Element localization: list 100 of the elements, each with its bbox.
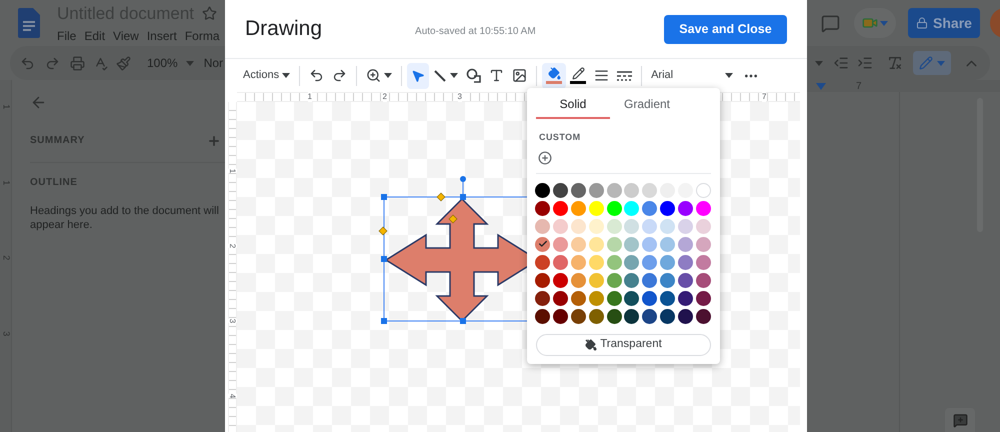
fill-color-button[interactable] <box>542 62 566 88</box>
add-custom-color-icon[interactable] <box>538 150 552 164</box>
tab[interactable]: Gradient <box>610 88 684 119</box>
color-swatch[interactable] <box>606 254 622 270</box>
paint-format-icon[interactable] <box>116 56 131 70</box>
indent-decrease-icon[interactable] <box>833 55 849 71</box>
color-swatch[interactable] <box>588 272 604 288</box>
color-swatch[interactable] <box>678 272 694 288</box>
save-and-close-button[interactable]: Save and Close <box>664 14 787 44</box>
color-swatch[interactable] <box>570 308 586 324</box>
color-swatch[interactable] <box>588 254 604 270</box>
color-swatch[interactable] <box>678 290 694 306</box>
color-swatch[interactable] <box>642 254 658 270</box>
color-swatch[interactable] <box>570 290 586 306</box>
actions-menu[interactable]: Actions <box>239 67 294 84</box>
color-swatch[interactable] <box>642 182 658 198</box>
color-swatch[interactable] <box>624 218 640 234</box>
document-logo[interactable] <box>18 8 40 38</box>
editing-mode-button[interactable] <box>913 51 951 75</box>
adjustment-handle[interactable] <box>378 192 458 236</box>
color-swatch[interactable] <box>552 182 568 198</box>
print-icon[interactable] <box>70 56 85 70</box>
color-swatch[interactable] <box>552 254 568 270</box>
color-swatch[interactable] <box>535 254 550 270</box>
color-swatch[interactable] <box>552 308 568 324</box>
color-swatch[interactable] <box>606 200 622 216</box>
color-swatch[interactable] <box>660 200 676 216</box>
color-swatch[interactable] <box>570 218 586 234</box>
menu-item[interactable]: File <box>57 27 76 46</box>
color-swatch[interactable] <box>660 290 676 306</box>
color-swatch[interactable] <box>606 290 622 306</box>
color-swatch[interactable] <box>606 308 622 324</box>
color-swatch[interactable] <box>606 236 622 252</box>
transparent-button[interactable]: Transparent <box>536 334 711 356</box>
color-swatch[interactable] <box>642 236 658 252</box>
color-swatch[interactable] <box>624 182 640 198</box>
color-swatch[interactable] <box>660 218 676 234</box>
color-swatch[interactable] <box>552 218 568 234</box>
clear-formatting-icon[interactable] <box>887 55 903 71</box>
zoom-dropdown[interactable]: 100% <box>147 54 194 72</box>
color-swatch[interactable] <box>642 218 658 234</box>
color-swatch[interactable] <box>696 236 712 252</box>
add-comment-button[interactable] <box>945 408 975 432</box>
color-swatch[interactable] <box>606 218 622 234</box>
color-swatch[interactable] <box>535 290 550 306</box>
color-swatch[interactable] <box>535 218 550 234</box>
add-icon[interactable] <box>207 134 221 148</box>
back-arrow-icon[interactable] <box>30 94 47 111</box>
color-swatch[interactable] <box>696 200 712 216</box>
select-tool[interactable] <box>407 62 430 88</box>
tab[interactable]: Solid <box>536 88 610 119</box>
color-swatch[interactable] <box>696 182 712 198</box>
color-swatch[interactable] <box>570 200 586 216</box>
color-swatch[interactable] <box>696 254 712 270</box>
undo-icon[interactable] <box>20 56 35 70</box>
color-swatch[interactable] <box>696 290 712 306</box>
color-swatch[interactable] <box>570 236 586 252</box>
color-swatch[interactable] <box>552 200 568 216</box>
color-swatch[interactable] <box>535 236 550 252</box>
color-swatch[interactable] <box>696 272 712 288</box>
color-swatch[interactable] <box>535 308 550 324</box>
menu-item[interactable]: Insert <box>146 27 177 46</box>
color-swatch[interactable] <box>642 290 658 306</box>
color-swatch[interactable] <box>535 272 550 288</box>
color-swatch[interactable] <box>535 182 550 198</box>
color-swatch[interactable] <box>678 254 694 270</box>
color-swatch[interactable] <box>660 236 676 252</box>
color-swatch[interactable] <box>588 290 604 306</box>
color-swatch[interactable] <box>552 236 568 252</box>
star-icon[interactable] <box>202 6 218 21</box>
color-swatch[interactable] <box>588 236 604 252</box>
comment-icon[interactable] <box>821 14 840 32</box>
color-swatch[interactable] <box>588 218 604 234</box>
color-swatch[interactable] <box>696 218 712 234</box>
color-swatch[interactable] <box>624 200 640 216</box>
color-swatch[interactable] <box>678 200 694 216</box>
font-dropdown[interactable]: Arial <box>651 67 734 84</box>
color-swatch[interactable] <box>678 236 694 252</box>
color-swatch[interactable] <box>570 254 586 270</box>
share-button[interactable]: Share <box>908 8 980 38</box>
menu-item[interactable]: Edit <box>84 27 106 46</box>
menu-item[interactable]: View <box>113 27 139 46</box>
color-swatch[interactable] <box>588 182 604 198</box>
menu-item[interactable]: Forma <box>184 27 220 46</box>
color-swatch[interactable] <box>552 290 568 306</box>
color-swatch[interactable] <box>642 272 658 288</box>
color-swatch[interactable] <box>570 272 586 288</box>
color-swatch[interactable] <box>624 272 640 288</box>
spellcheck-icon[interactable] <box>93 56 108 70</box>
style-dropdown[interactable]: Nor <box>204 54 224 72</box>
color-swatch[interactable] <box>588 200 604 216</box>
color-swatch[interactable] <box>660 254 676 270</box>
indent-marker-icon[interactable] <box>816 82 826 90</box>
color-swatch[interactable] <box>642 308 658 324</box>
color-swatch[interactable] <box>606 272 622 288</box>
color-swatch[interactable] <box>624 290 640 306</box>
color-swatch[interactable] <box>624 254 640 270</box>
color-swatch[interactable] <box>535 200 550 216</box>
color-swatch[interactable] <box>624 308 640 324</box>
color-swatch[interactable] <box>570 182 586 198</box>
